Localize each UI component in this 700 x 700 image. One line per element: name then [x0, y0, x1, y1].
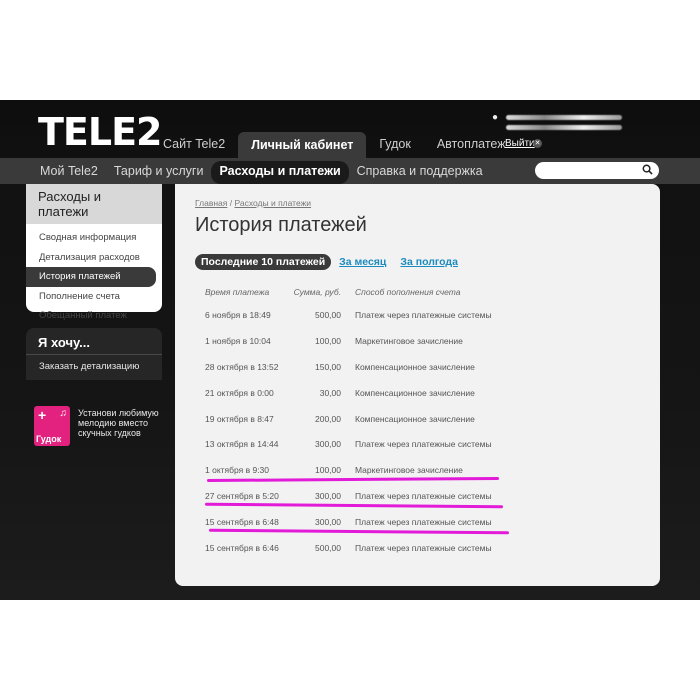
payment-method: Платеж через платежные системы: [355, 542, 492, 553]
tab-gudok[interactable]: Гудок: [366, 132, 423, 158]
sidebar-item-promised-payment[interactable]: Обещанный платеж: [26, 306, 162, 326]
breadcrumb-home[interactable]: Главная: [195, 198, 227, 208]
payment-method: Компенсационное зачисление: [355, 413, 475, 424]
table-row: 21 октября в 0:00 30,00 Компенсационное …: [205, 380, 525, 406]
payment-amount: 500,00: [315, 542, 341, 553]
sidebar-item-payment-history[interactable]: История платежей: [26, 267, 156, 287]
screenshot-frame: TELE2 Сайт Tele2 Личный кабинет Гудок Ав…: [0, 100, 700, 600]
payment-method: Компенсационное зачисление: [355, 387, 475, 398]
payment-amount: 150,00: [315, 361, 341, 372]
music-note-icon: ♫: [59, 408, 68, 419]
payment-time: 1 ноября в 10:04: [205, 335, 271, 346]
payment-amount: 100,00: [315, 335, 341, 346]
payment-time: 21 октября в 0:00: [205, 387, 274, 398]
column-header-amount: Сумма, руб.: [293, 287, 341, 297]
payment-amount: 200,00: [315, 413, 341, 424]
redacted-user-number: [506, 125, 622, 130]
column-header-time: Время платежа: [205, 287, 270, 297]
tab-personal-account[interactable]: Личный кабинет: [238, 132, 367, 158]
search-box: [535, 162, 659, 181]
payment-time: 6 ноября в 18:49: [205, 309, 271, 320]
payment-method: Компенсационное зачисление: [355, 361, 475, 372]
main-content: Главная / Расходы и платежи История плат…: [175, 184, 660, 586]
payment-amount: 500,00: [315, 309, 341, 320]
sidebar-item-topup[interactable]: Пополнение счета: [26, 287, 162, 307]
plus-icon: +: [38, 407, 47, 423]
period-last-10[interactable]: Последние 10 платежей: [195, 254, 332, 270]
gudok-logo: + ♫ Гудок: [34, 406, 70, 446]
page-title: История платежей: [195, 214, 367, 236]
sidebar-title: Расходы и платежи: [26, 184, 162, 224]
redacted-user-name: [506, 115, 622, 120]
payment-method: Платеж через платежные системы: [355, 439, 492, 450]
subnav-help[interactable]: Справка и поддержка: [349, 158, 491, 184]
tele2-logo[interactable]: TELE2: [38, 112, 162, 152]
search-input[interactable]: [535, 164, 635, 181]
breadcrumb: Главная / Расходы и платежи: [195, 198, 311, 208]
table-header-row: Время платежа Сумма, руб. Способ пополне…: [205, 282, 525, 302]
table-row: 19 октября в 8:47 200,00 Компенсационное…: [205, 406, 525, 432]
period-month[interactable]: За месяц: [339, 256, 386, 268]
close-icon[interactable]: ✕: [533, 139, 542, 148]
table-row: 1 ноября в 10:04 100,00 Маркетинговое за…: [205, 328, 525, 354]
top-nav: Сайт Tele2 Личный кабинет Гудок Автоплат…: [150, 132, 519, 158]
subnav-tariff[interactable]: Тариф и услуги: [106, 158, 212, 184]
sub-nav: Мой Tele2 Тариф и услуги Расходы и плате…: [0, 158, 700, 184]
payment-amount: 300,00: [315, 439, 341, 450]
search-icon[interactable]: [642, 164, 653, 175]
subnav-expenses[interactable]: Расходы и платежи: [211, 161, 349, 184]
want-title: Я хочу...: [38, 335, 90, 350]
gudok-promo[interactable]: + ♫ Гудок Установи любимую мелодию вмест…: [34, 404, 164, 450]
sidebar-item-details[interactable]: Детализация расходов: [26, 248, 162, 268]
subnav-my-tele2[interactable]: Мой Tele2: [32, 158, 106, 184]
sidebar-item-summary[interactable]: Сводная информация: [26, 228, 162, 248]
table-row: 13 октября в 14:44 300,00 Платеж через п…: [205, 431, 525, 457]
order-details-link[interactable]: Заказать детализацию: [26, 354, 162, 378]
promo-text: Установи любимую мелодию вместо скучных …: [78, 408, 159, 438]
period-half-year[interactable]: За полгода: [400, 256, 458, 268]
want-box: Я хочу... Заказать детализацию: [26, 328, 162, 380]
sidebar-menu: Расходы и платежи Сводная информация Дет…: [26, 184, 162, 321]
breadcrumb-separator: /: [229, 198, 233, 208]
payment-time: 19 октября в 8:47: [205, 413, 274, 424]
gudok-tile-label: Гудок: [36, 434, 62, 444]
payment-time: 13 октября в 14:44: [205, 439, 279, 450]
payment-method: Платеж через платежные системы: [355, 309, 492, 320]
payment-time: 28 октября в 13:52: [205, 361, 279, 372]
person-icon: ●: [492, 112, 499, 123]
breadcrumb-current[interactable]: Расходы и платежи: [234, 198, 311, 208]
payment-method: Маркетинговое зачисление: [355, 335, 463, 346]
payments-table: Время платежа Сумма, руб. Способ пополне…: [205, 282, 525, 561]
table-row: 6 ноября в 18:49 500,00 Платеж через пла…: [205, 302, 525, 328]
period-filter: Последние 10 платежей За месяц За полгод…: [195, 254, 472, 270]
table-row: 28 октября в 13:52 150,00 Компенсационно…: [205, 354, 525, 380]
payment-amount: 30,00: [319, 387, 341, 398]
tab-site[interactable]: Сайт Tele2: [150, 132, 238, 158]
user-info: ●: [492, 112, 622, 135]
logout-link[interactable]: Выйти: [505, 138, 535, 149]
column-header-method: Способ пополнения счета: [355, 287, 461, 297]
table-row: 15 сентября в 6:46 500,00 Платеж через п…: [205, 535, 525, 561]
payment-time: 15 сентября в 6:46: [205, 542, 279, 553]
